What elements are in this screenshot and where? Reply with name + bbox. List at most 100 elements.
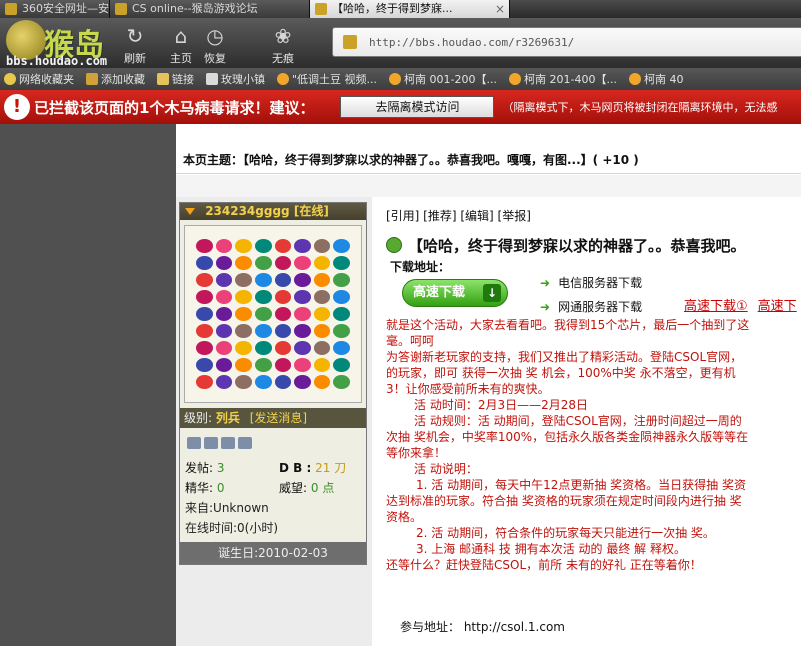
bookmark-label: 网络收藏夹 [19,73,74,86]
smiley-icon [386,237,402,253]
bookmark-conan-3[interactable]: 柯南 40 [625,71,692,87]
medal-icon [274,358,292,372]
download-arrow-icon: ↓ [483,284,501,302]
medal-icon [196,324,213,338]
bookmark-favorites[interactable]: 网络收藏夹 [0,71,82,87]
bookmark-conan-1[interactable]: 柯南 001-200【... [385,71,505,87]
rank-value: 列兵 [215,411,240,425]
warning-icon: ! [4,94,30,120]
medal-icon [313,375,331,389]
medal-icon [274,256,292,270]
join-address: 参与地址： http://csol.1.com [400,620,565,634]
high-speed-link-1[interactable]: 高速下载① [684,299,748,314]
medal-icon [294,256,311,270]
post-line: 等你来拿！ [386,446,447,460]
db-value: 21 刀 [315,461,347,475]
medal-icon [235,375,252,389]
notrace-label: 无痕 [272,52,294,65]
medal-icon [235,256,252,270]
medal-icon [215,375,233,389]
refresh-button[interactable]: ↻ 刷新 [118,22,152,66]
prestige-value: 0 点 [310,481,335,495]
rank-label: 级别: [184,411,213,425]
user-header: 234234gggg [在线] [180,203,366,220]
restore-button[interactable]: ◷ 恢复 [198,22,232,66]
profile-icon[interactable] [187,437,201,449]
medal-icon [215,358,233,372]
page-icon [206,73,218,85]
add-friend-icon[interactable] [221,437,235,449]
server1-label: 电信服务器下载 [558,276,643,290]
post-line: 资格。 [386,510,423,524]
medal-icon [313,256,331,270]
db-label: D B : [279,461,312,475]
medal-icon [294,239,311,253]
medal-icon [313,307,331,321]
email-icon[interactable] [238,437,252,449]
birthday: 诞生日:2010-02-03 [180,542,366,564]
medal-icon [196,307,213,321]
post-actions[interactable]: [引用] [推荐] [编辑] [举报] [386,207,531,224]
medal-icon [235,239,252,253]
medal-icon [254,375,272,389]
tab-cs-online[interactable]: CS online--猴岛游戏论坛 [110,0,310,18]
send-message-link[interactable]: [发送消息] [250,411,307,425]
medal-icon [215,239,233,253]
medal-icon [274,273,292,287]
netcom-server-link[interactable]: ➜ 网通服务器下载 [540,298,642,315]
arrow-icon: ➜ [540,300,551,314]
post-body: 就是这个活动，大家去看看吧。我得到15个芯片，最后一个抽到了这 毫。呵呵 为答谢… [386,317,801,573]
face-icon [628,73,641,85]
medal-icon [313,324,331,338]
medal-icon [294,375,311,389]
high-speed-download-button[interactable]: 高速下载 ↓ [402,279,508,307]
medal-icon [333,307,350,321]
tab-360[interactable]: 360安全网址—安全实用的... [0,0,110,18]
medal-icon [333,358,350,372]
medal-icon [294,324,311,338]
medal-icon [254,239,272,253]
bookmark-add[interactable]: 添加收藏 [82,71,153,87]
face-icon [509,73,521,85]
notrace-button[interactable]: ❀ 无痕 [266,22,300,66]
post-line: 活 动时间：2月3日——2月28日 [414,398,588,412]
bookmark-links[interactable]: 链接 [153,71,202,87]
medal-icon [235,358,252,372]
post-title: 【哈哈，终于得到梦寐以求的神器了。。恭喜我吧。 [386,235,746,256]
site-favicon [343,35,357,49]
medal-icon [274,341,292,355]
address-bar[interactable]: http://bbs.houdao.com/r3269631/ [332,27,801,57]
phone-icon[interactable] [204,437,218,449]
tab-active-post[interactable]: 【哈哈，终于得到梦寐... × [310,0,510,18]
post-line: 毫。呵呵 [386,334,435,348]
online-status: [在线] [293,204,329,218]
trojan-warning-bar: ! 已拦截该页面的1个木马病毒请求！建议： 去隔离模式访问 （隔离模式下，木马网… [0,90,801,124]
home-button[interactable]: ⌂ 主页 [164,22,198,66]
bookmark-label: 链接 [172,73,194,86]
bookmark-conan-2[interactable]: 柯南 201-400【... [505,71,625,87]
logo-domain: bbs.houdao.com [6,54,108,68]
star-icon [4,73,16,85]
rank-bar: 级别: 列兵 [发送消息] [180,408,366,428]
isolation-mode-button[interactable]: 去隔离模式访问 [340,96,495,118]
home-icon: ⌂ [174,24,188,48]
bookmark-rose-town[interactable]: 玫瑰小镇 [202,71,273,87]
medal-icon [254,290,272,304]
medal-icon [215,324,233,338]
username[interactable]: 234234gggg [205,204,289,218]
medal-icon [333,341,350,355]
warning-desc: （隔离模式下，木马网页将被封闭在隔离环境中，无法感 [502,101,778,114]
close-icon[interactable]: × [495,0,505,18]
medal-icon [333,273,350,287]
post-line: 的玩家，即可 获得一次抽 奖 机会，100%中奖 永不落空，更有机 [386,366,736,380]
high-speed-link-2[interactable]: 高速下 [758,299,797,314]
bookmark-tudou[interactable]: "低调土豆 视频... [273,71,385,87]
paw-icon: ❀ [274,24,292,48]
post-line: 3. 上海 邮通科 技 拥有本次活 动的 最终 解 释权。 [416,542,686,556]
tab-favicon [315,3,327,15]
telecom-server-link[interactable]: ➜ 电信服务器下载 [540,274,642,291]
medal-icon [235,290,252,304]
page-left-margin [0,124,176,646]
medal-icon [235,341,252,355]
medal-icon [333,239,350,253]
